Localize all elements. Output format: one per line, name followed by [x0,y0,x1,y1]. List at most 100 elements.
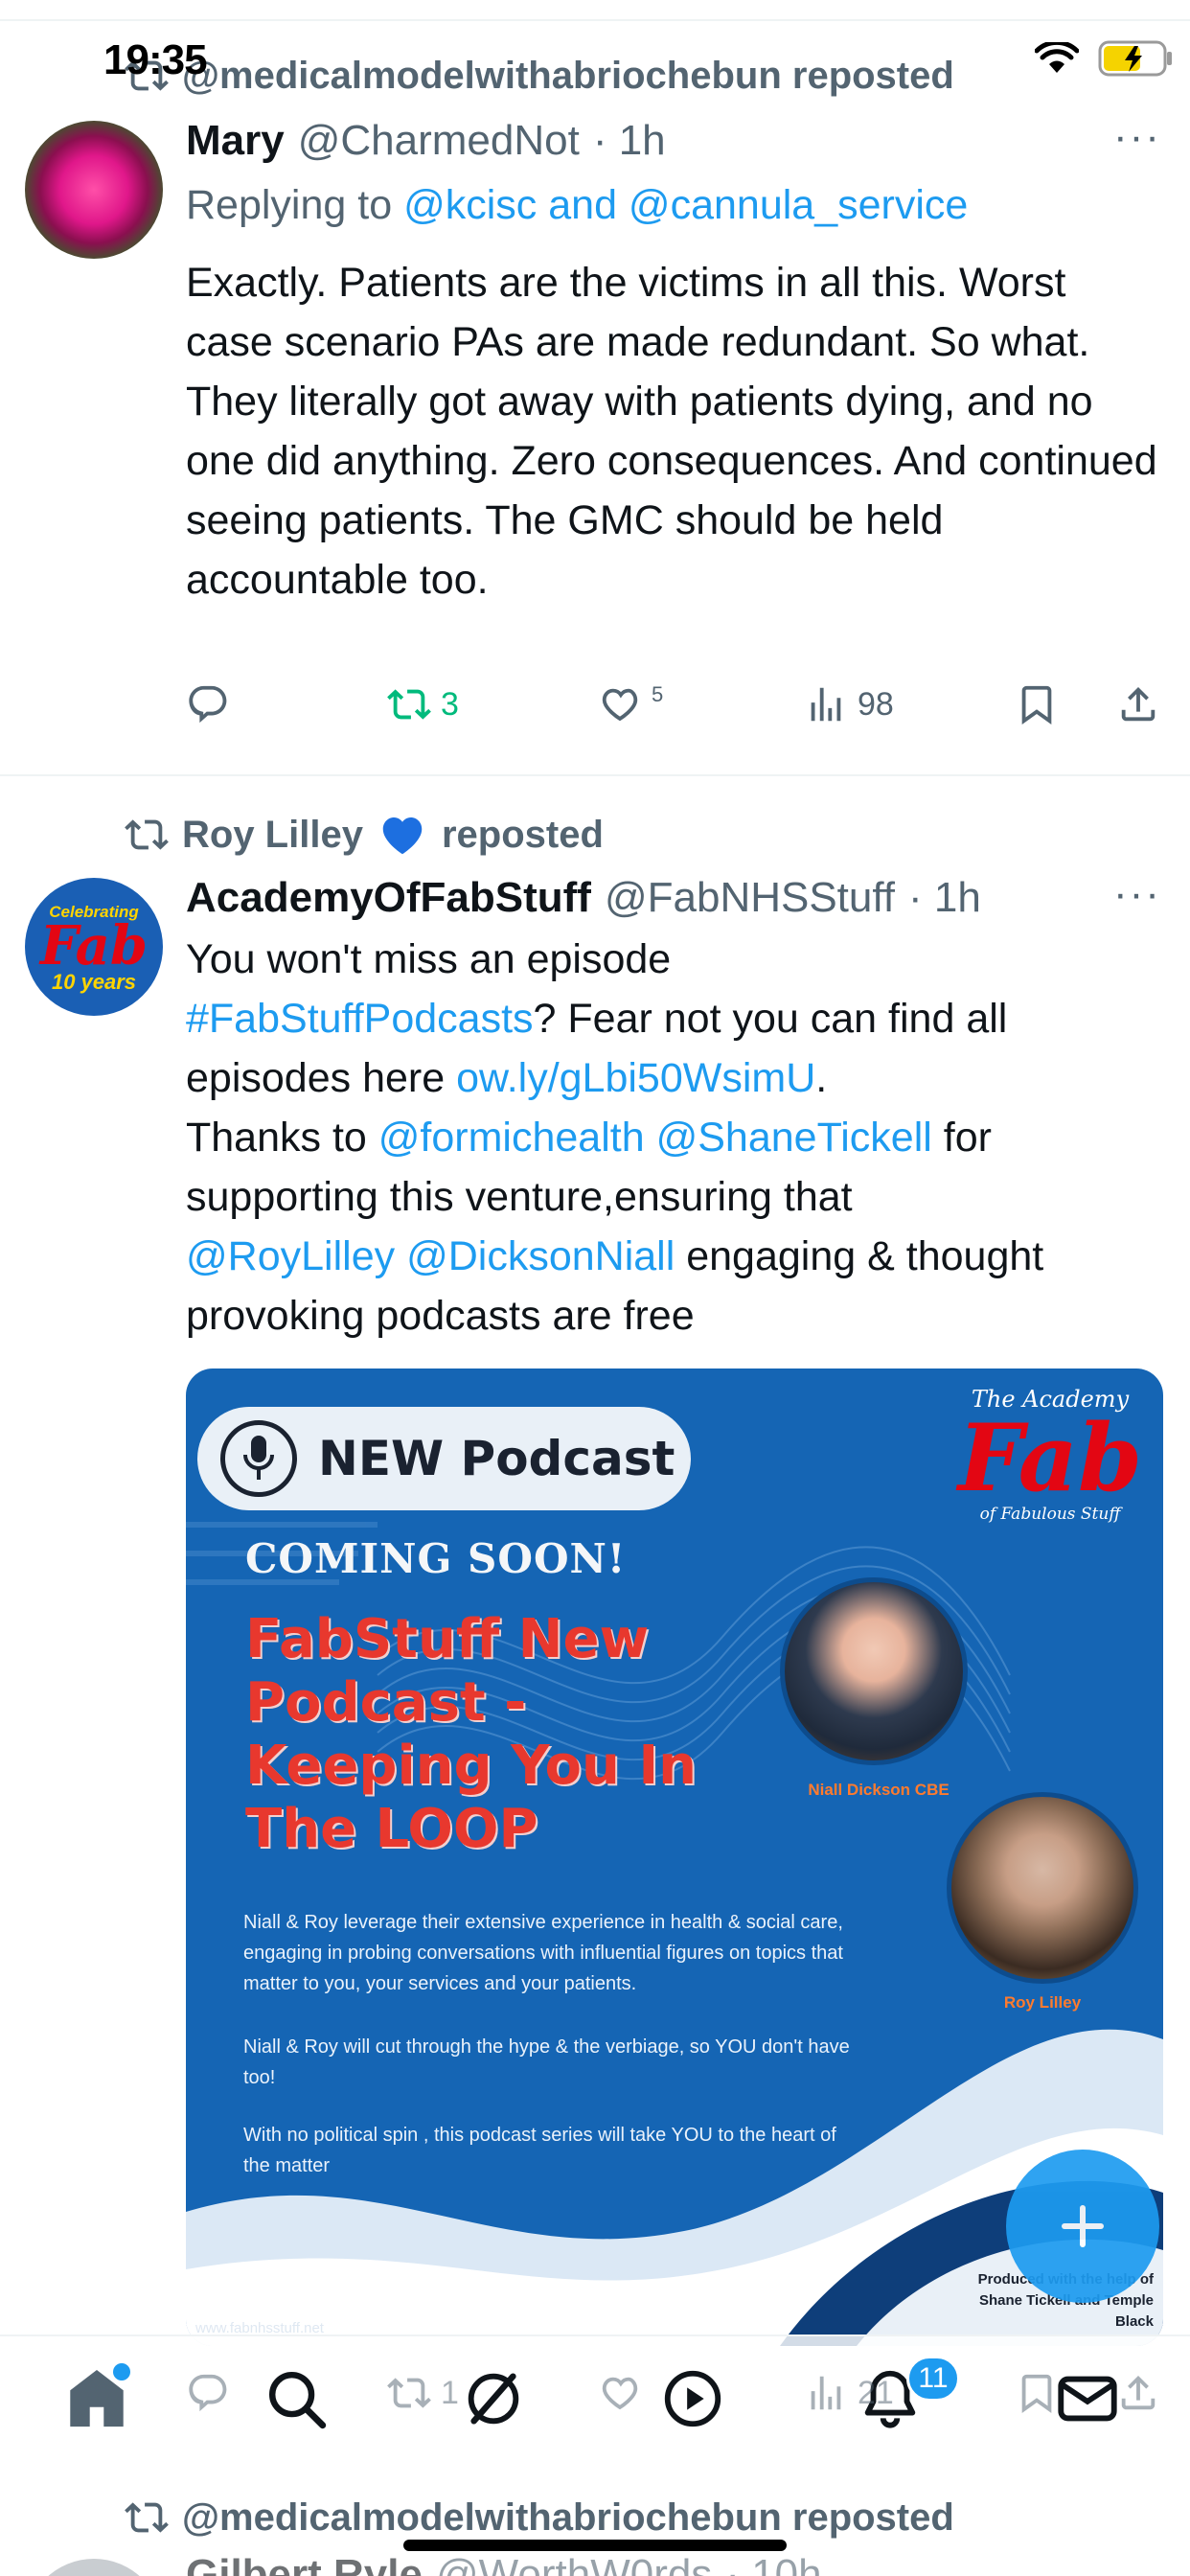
share-button[interactable] [1116,682,1160,726]
share-icon [1121,686,1156,722]
user-handle[interactable]: @CharmedNot [298,117,580,165]
tweet-time[interactable]: · 1h [908,874,981,922]
mention-link[interactable]: @RoyLilley [186,1233,395,1279]
retweet-icon [125,819,169,850]
mention-link[interactable]: @DicksonNiall [406,1233,675,1279]
compose-button[interactable] [1006,2150,1159,2303]
text-line: Thanks to @formichealth @ShaneTickell fo… [186,1108,1173,1227]
text-fragment: . [815,1055,828,1101]
reply-button[interactable] [186,2371,387,2415]
avatar-text-bot: 10 years [51,970,137,994]
views-icon [811,2376,841,2410]
hashtag-link[interactable]: #FabStuffPodcasts [186,996,534,1042]
reply-icon [189,2374,227,2412]
share-icon [1121,2375,1156,2410]
tweet-text: You won't miss an episode #FabStuffPodca… [186,930,1173,1346]
text-line: @RoyLilley @DicksonNiall engaging & thou… [186,1227,1173,1346]
blue-heart-icon [382,817,423,855]
text-line: #FabStuffPodcasts? Fear not you can find… [186,989,1173,1108]
host-photo-niall [780,1577,968,1765]
text-fragment: Thanks to [186,1115,378,1161]
repost-by-label: @medicalmodelwithabriochebun reposted [182,2496,954,2539]
top-divider [0,19,1190,21]
bookmark-button[interactable] [1015,2371,1116,2415]
tweet-actions: 3 5 98 [186,682,1173,726]
avatar-text-mid: Fab [39,914,149,978]
coming-soon-label: COMING SOON! [245,1535,627,1582]
repost-indicator[interactable]: Roy Lilley reposted [125,809,604,861]
repost-by-label: Roy Lilley [182,813,363,856]
display-name[interactable]: AcademyOfFabStuff [186,874,591,922]
academy-logo-fab: Fab [957,1404,1143,1512]
reply-prefix: Replying to [186,182,393,228]
avatar[interactable] [25,2559,163,2576]
media-paragraph: With no political spin , this podcast se… [243,2125,836,2176]
retweet-button[interactable]: 1 [387,2371,598,2415]
mention-link[interactable]: @ShaneTickell [656,1115,932,1161]
media-paragraph: Niall & Roy will cut through the hype & … [243,2036,850,2088]
reply-icon [189,685,227,724]
host-caption: Niall Dickson CBE [808,1781,950,1799]
avatar[interactable]: Celebrating Fab 10 years [25,878,163,1016]
tweet-time[interactable]: · 1h [593,117,666,165]
new-podcast-pill: NEW Podcast [197,1407,691,1510]
text-line: You won't miss an episode [186,936,672,982]
bookmark-icon [1021,2374,1052,2413]
view-count: 21 [858,2374,894,2411]
tweet-actions: 1 21 [186,2371,1173,2415]
tweet-divider [0,774,1190,776]
pill-label: NEW Podcast [318,1431,675,1486]
more-options-icon[interactable]: ··· [1113,870,1161,918]
display-name[interactable]: Mary [186,117,285,165]
user-handle[interactable]: @WorthW0rds [436,2551,712,2576]
avatar[interactable] [25,121,163,259]
like-button[interactable]: 5 [598,682,804,726]
heart-icon [602,2377,638,2410]
repost-suffix-label: reposted [441,813,604,856]
academy-logo-sub: of Fabulous Stuff [979,1505,1121,1524]
podcast-headline: FabStuff New Podcast - Keeping You In Th… [245,1608,698,1860]
notifications-badge: 11 [906,2356,960,2402]
academy-logo: The Academy Fab of Fabulous Stuff [954,1386,1146,1524]
like-button[interactable] [598,2371,804,2415]
retweet-count: 1 [441,2374,459,2411]
status-icons [1035,40,1175,77]
plus-icon [1062,2205,1104,2247]
repost-by-label: @medicalmodelwithabriochebun reposted [182,54,954,97]
retweet-button[interactable]: 3 [387,682,598,726]
bookmark-icon [1021,685,1052,724]
home-unread-dot [113,2363,130,2380]
share-button[interactable] [1116,2371,1160,2415]
view-count: 98 [858,685,894,723]
reply-button[interactable] [186,682,387,726]
wifi-icon [1035,42,1079,73]
retweet-icon [387,689,431,720]
tweet-header: Mary @CharmedNot · 1h [186,117,666,165]
host-caption: Roy Lilley [1003,1993,1082,2012]
retweet-count: 3 [441,685,459,723]
user-handle[interactable]: @FabNHSStuff [605,874,895,922]
retweet-icon [125,2502,169,2533]
host-photo-roy [947,1792,1138,1984]
tweet-text: Exactly. Patients are the victims in all… [186,260,1157,603]
url-link[interactable]: ow.ly/gLbi50WsimU [456,1055,815,1101]
media-paragraph: Niall & Roy leverage their extensive exp… [243,1912,843,1994]
views-icon [811,687,841,722]
more-options-icon[interactable]: ··· [1113,113,1161,161]
tweet-header: Gilbert Ryle @WorthW0rds · 10h [186,2551,822,2576]
replying-to: Replying to @kcisc and @cannula_service [186,182,968,229]
podcast-mic-icon [220,1420,297,1497]
mention-link[interactable]: @formichealth [378,1115,645,1161]
repost-indicator[interactable]: @medicalmodelwithabriochebun reposted [125,54,954,98]
home-indicator[interactable] [403,2540,787,2551]
views-button[interactable]: 98 [804,682,1015,726]
display-name[interactable]: Gilbert Ryle [186,2551,423,2576]
tweet-header: AcademyOfFabStuff @FabNHSStuff · 1h [186,874,981,922]
tweet-time[interactable]: · 10h [725,2551,821,2576]
repost-indicator[interactable]: @medicalmodelwithabriochebun reposted [125,2496,954,2540]
reply-to-handles[interactable]: @kcisc and @cannula_service [403,182,968,228]
status-time: 19:35 [103,36,208,83]
battery-charging-icon [1098,40,1172,77]
like-count: 5 [652,686,664,706]
bookmark-button[interactable] [1015,682,1116,726]
